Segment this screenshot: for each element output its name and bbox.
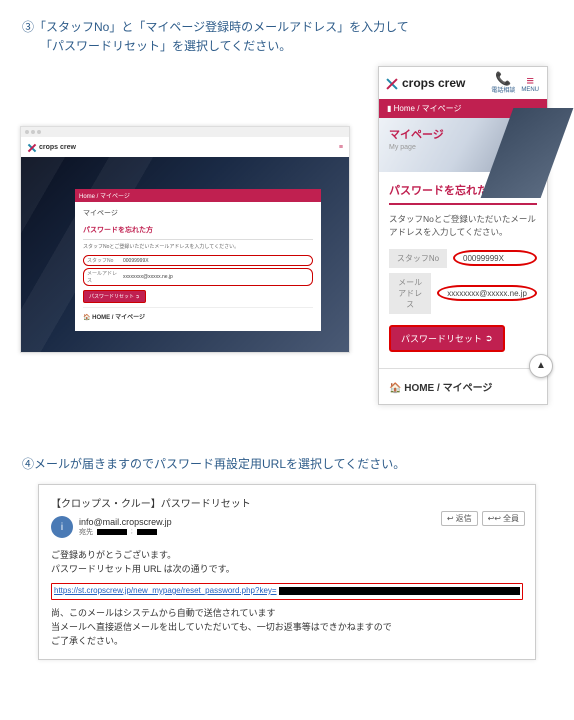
desktop-screenshot: crops crew ≡ Home / マイページ マイページ パスワードを忘れ… — [20, 126, 350, 353]
logo-icon — [385, 76, 399, 90]
hamburger-icon[interactable]: ≡ — [339, 144, 343, 151]
desktop-card: Home / マイページ マイページ パスワードを忘れた方 スタッフNoとご登録… — [75, 189, 321, 331]
mail-field[interactable]: メールアドレス xxxxxxxx@xxxxx.ne.jp — [389, 273, 537, 314]
email-to-label: 宛先 — [79, 527, 93, 537]
arrow-icon: ➲ — [135, 294, 139, 300]
reset-url-link[interactable]: https://st.cropscrew.jp/new_mypage/reset… — [54, 585, 277, 598]
hamburger-icon: ≡ — [526, 74, 534, 87]
step4-instruction: ④メールが届きますのでパスワード再設定用URLを選択してください。 — [0, 425, 574, 484]
logo-text: crops crew — [402, 76, 465, 90]
hero: マイページ My page — [379, 118, 547, 172]
breadcrumb: Home / マイページ — [75, 189, 321, 202]
reply-icon: ↩ — [447, 514, 454, 523]
email-screenshot: 【クロップス・クルー】パスワードリセット i info@mail.cropscr… — [38, 484, 536, 660]
mail-label: メールアドレス — [389, 273, 431, 314]
staffno-value: 00099999X — [123, 258, 149, 264]
reply-all-icon: ↩↩ — [488, 514, 501, 523]
section-title: パスワードを忘れた方 — [83, 221, 313, 240]
desktop-body: Home / マイページ マイページ パスワードを忘れた方 スタッフNoとご登録… — [21, 157, 349, 352]
mobile-screenshot: crops crew 📞 電話相談 ≡ MENU ▮ Home / マイページ … — [378, 66, 548, 405]
email-line5: ご了承ください。 — [51, 634, 523, 648]
mail-label: メールアドレス — [87, 270, 119, 284]
arrow-icon: ➲ — [485, 333, 493, 344]
email-meta: 宛先 ; — [79, 527, 172, 537]
menu-label: MENU — [521, 87, 539, 93]
mobile-header: crops crew 📞 電話相談 ≡ MENU — [379, 67, 547, 99]
reset-button[interactable]: パスワードリセット ➲ — [389, 325, 505, 352]
reset-button[interactable]: パスワードリセット ➲ — [83, 290, 146, 303]
logo-text: crops crew — [39, 144, 76, 151]
home-link[interactable]: 🏠 HOME / マイページ — [83, 307, 313, 325]
email-line2: パスワードリセット用 URL は次の通りです。 — [51, 562, 523, 576]
browser-chrome — [21, 127, 349, 137]
email-from: info@mail.cropscrew.jp — [79, 517, 172, 527]
mail-field[interactable]: メールアドレス xxxxxxxx@xxxxx.ne.jp — [83, 268, 313, 286]
staffno-label: スタッフNo — [87, 257, 119, 264]
mobile-main: パスワードを忘れた方 スタッフNoとご登録いただいたメールアドレスを入力してくだ… — [379, 172, 547, 358]
desktop-header: crops crew ≡ — [21, 137, 349, 157]
avatar: i — [51, 516, 73, 538]
section-desc: スタッフNoとご登録いただいたメールアドレスを入力してください。 — [389, 213, 537, 239]
email-body: ご登録ありがとうございます。 パスワードリセット用 URL は次の通りです。 h… — [51, 548, 523, 649]
home-link[interactable]: 🏠 HOME / マイページ — [379, 368, 547, 404]
page-title: マイページ — [83, 208, 313, 221]
phone-icon: 📞 — [495, 72, 511, 85]
mail-value: xxxxxxxx@xxxxx.ne.jp — [123, 274, 173, 280]
reply-button[interactable]: ↩ 返信 — [441, 511, 478, 526]
screenshots-row: crops crew ≡ Home / マイページ マイページ パスワードを忘れ… — [0, 66, 574, 425]
menu-button[interactable]: ≡ MENU — [519, 72, 541, 94]
email-line3: 尚、このメールはシステムから自動で送信されています — [51, 606, 523, 620]
hero-title: マイページ — [389, 126, 537, 142]
email-subject: 【クロップス・クルー】パスワードリセット — [51, 495, 523, 510]
email-line1: ご登録ありがとうございます。 — [51, 548, 523, 562]
staffno-value: 00099999X — [453, 250, 537, 266]
reply-all-label: 全員 — [503, 513, 519, 524]
tel-label: 電話相談 — [491, 85, 515, 94]
staffno-field[interactable]: スタッフNo 00099999X — [389, 249, 537, 268]
staffno-label: スタッフNo — [389, 249, 447, 268]
logo: crops crew — [27, 142, 76, 152]
hero-subtitle: My page — [389, 144, 537, 151]
tel-button[interactable]: 📞 電話相談 — [489, 72, 517, 94]
email-line4: 当メールへ直接返信メールを出していただいても、一切お返事等はできかねますので — [51, 620, 523, 634]
chevron-icon: ▮ — [387, 104, 394, 113]
breadcrumb-text: Home / マイページ — [394, 104, 462, 113]
logo-icon — [27, 142, 37, 152]
step3-instruction: ③「スタッフNo」と「マイページ登録時のメールアドレス」を入力して 「パスワード… — [0, 0, 574, 66]
scroll-top-button[interactable]: ▲ — [529, 354, 553, 378]
email-actions: ↩ 返信 ↩↩ 全員 — [441, 511, 525, 526]
reply-label: 返信 — [456, 513, 472, 524]
url-redacted — [279, 587, 520, 595]
section-desc: スタッフNoとご登録いただいたメールアドレスを入力してください。 — [83, 240, 313, 253]
logo: crops crew — [385, 76, 465, 90]
email-url-row[interactable]: https://st.cropscrew.jp/new_mypage/reset… — [51, 583, 523, 600]
reply-all-button[interactable]: ↩↩ 全員 — [482, 511, 525, 526]
mail-value: xxxxxxxx@xxxxx.ne.jp — [437, 285, 537, 301]
reset-button-label: パスワードリセット — [89, 294, 134, 300]
staffno-field[interactable]: スタッフNo 00099999X — [83, 255, 313, 266]
reset-button-label: パスワードリセット — [401, 332, 482, 345]
